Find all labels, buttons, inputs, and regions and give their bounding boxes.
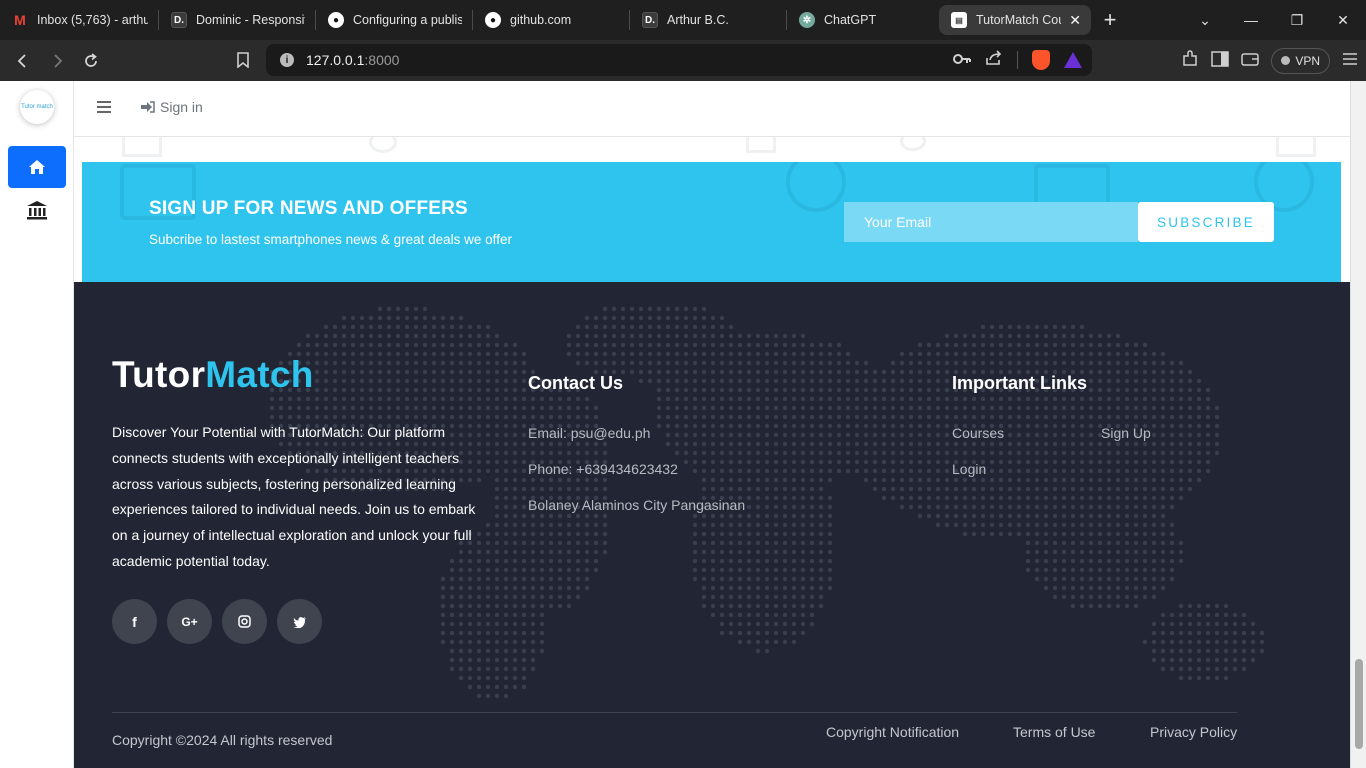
hamburger-menu-icon[interactable] — [97, 101, 111, 113]
subscribe-button[interactable]: SUBSCRIBE — [1138, 202, 1274, 242]
chatgpt-icon: ✲ — [799, 12, 815, 28]
instagram-icon[interactable] — [222, 599, 267, 644]
footer-brand-logo: TutorMatch — [112, 354, 314, 395]
forward-icon[interactable] — [40, 44, 74, 78]
browser-toolbar: i 127.0.0.1 :8000 VPN — [0, 40, 1366, 81]
close-window-icon[interactable]: ✕ — [1320, 12, 1366, 29]
url-port: :8000 — [364, 52, 400, 68]
tutormatch-logo[interactable]: Tutor match — [20, 90, 54, 124]
home-icon — [29, 160, 45, 174]
github-icon: ● — [485, 12, 501, 28]
contact-phone: Phone: +639434623432 — [528, 461, 678, 477]
url-host: 127.0.0.1 — [306, 52, 365, 68]
important-links-heading: Important Links — [952, 373, 1088, 393]
footer: TutorMatch Discover Your Potential with … — [74, 282, 1350, 768]
sign-in-icon — [141, 101, 155, 113]
restore-icon[interactable]: ❐ — [1274, 12, 1320, 29]
footer-link-courses[interactable]: Courses — [952, 425, 1004, 441]
close-tab-icon[interactable]: ✕ — [1069, 12, 1081, 29]
browser-tab[interactable]: ● Configuring a publish — [316, 0, 472, 40]
window-controls: ⌄ — ❐ ✕ — [1182, 0, 1366, 40]
contact-us-heading: Contact Us — [528, 373, 624, 393]
twitter-icon[interactable] — [277, 599, 322, 644]
brave-rewards-icon[interactable] — [1064, 52, 1082, 68]
vpn-button[interactable]: VPN — [1271, 47, 1330, 74]
separator — [1017, 51, 1018, 69]
browser-tab[interactable]: ✲ ChatGPT — [787, 0, 939, 40]
vpn-status-icon — [1281, 56, 1291, 65]
browser-tab[interactable]: D. Dominic - Responsive — [159, 0, 315, 40]
page-viewport: Tutor match Sign in SIGN UP FOR NEWS AND… — [0, 81, 1350, 768]
menu-icon[interactable] — [1342, 52, 1358, 70]
brave-shields-icon[interactable] — [1032, 50, 1050, 70]
newsletter-subtitle: Subcribe to lastest smartphones news & g… — [149, 232, 512, 247]
copyright-notification-link[interactable]: Copyright Notification — [826, 724, 959, 740]
browser-tab-active[interactable]: ▤ TutorMatch Cou ✕ — [939, 5, 1091, 35]
new-tab-button[interactable]: + — [1091, 0, 1129, 40]
sign-in-link[interactable]: Sign in — [141, 99, 203, 115]
footer-link-login[interactable]: Login — [952, 461, 986, 477]
wallet-icon[interactable] — [1241, 51, 1260, 71]
footer-divider — [112, 712, 1237, 713]
tutormatch-icon: ▤ — [951, 12, 967, 28]
reload-icon[interactable] — [74, 44, 108, 78]
back-icon[interactable] — [6, 44, 40, 78]
site-info-icon[interactable]: i — [280, 53, 294, 67]
social-links: f G+ — [112, 599, 322, 644]
d-icon: D. — [171, 12, 187, 28]
newsletter-email-input[interactable] — [844, 202, 1138, 242]
section-background-pattern — [74, 127, 1350, 162]
copyright-text: Copyright ©2024 All rights reserved — [112, 732, 333, 748]
toolbar-right: VPN — [1181, 40, 1358, 81]
extensions-icon[interactable] — [1181, 49, 1199, 72]
newsletter-title: SIGN UP FOR NEWS AND OFFERS — [149, 198, 468, 219]
top-navbar: Sign in — [74, 81, 1350, 137]
address-bar[interactable]: i 127.0.0.1 :8000 — [266, 44, 1092, 76]
institution-icon — [27, 201, 47, 220]
chevron-down-icon[interactable]: ⌄ — [1182, 12, 1228, 29]
sidebar: Tutor match — [0, 81, 74, 768]
terms-of-use-link[interactable]: Terms of Use — [1013, 724, 1095, 740]
contact-email: Email: psu@edu.ph — [528, 425, 651, 441]
sidebar-item-institution[interactable] — [22, 197, 52, 223]
google-plus-icon[interactable]: G+ — [167, 599, 212, 644]
scrollbar-thumb[interactable] — [1355, 659, 1363, 749]
github-icon: ● — [328, 12, 344, 28]
address-bar-actions — [953, 44, 1082, 76]
browser-tab[interactable]: D. Arthur B.C. — [630, 0, 786, 40]
d-icon: D. — [642, 12, 658, 28]
privacy-policy-link[interactable]: Privacy Policy — [1150, 724, 1237, 740]
gmail-icon: M — [14, 12, 26, 28]
minimize-icon[interactable]: — — [1228, 12, 1274, 28]
sidebar-toggle-icon[interactable] — [1211, 50, 1230, 71]
browser-tab[interactable]: ● github.com — [473, 0, 629, 40]
contact-address: Bolaney Alaminos City Pangasinan — [528, 497, 746, 513]
footer-link-sign-up[interactable]: Sign Up — [1101, 425, 1151, 441]
newsletter-section: SIGN UP FOR NEWS AND OFFERS Subcribe to … — [82, 162, 1341, 282]
page-scrollbar[interactable] — [1350, 81, 1366, 768]
browser-tab[interactable]: M Inbox (5,763) - arthur — [0, 0, 158, 40]
key-icon[interactable] — [953, 52, 971, 69]
footer-about-text: Discover Your Potential with TutorMatch:… — [112, 424, 476, 569]
facebook-icon[interactable]: f — [112, 599, 157, 644]
share-icon[interactable] — [985, 50, 1003, 70]
browser-tab-bar: M Inbox (5,763) - arthur D. Dominic - Re… — [0, 0, 1366, 40]
sidebar-item-home[interactable] — [8, 146, 66, 188]
decorative-magnifier-shape — [786, 162, 846, 212]
bookmark-icon[interactable] — [232, 48, 254, 72]
